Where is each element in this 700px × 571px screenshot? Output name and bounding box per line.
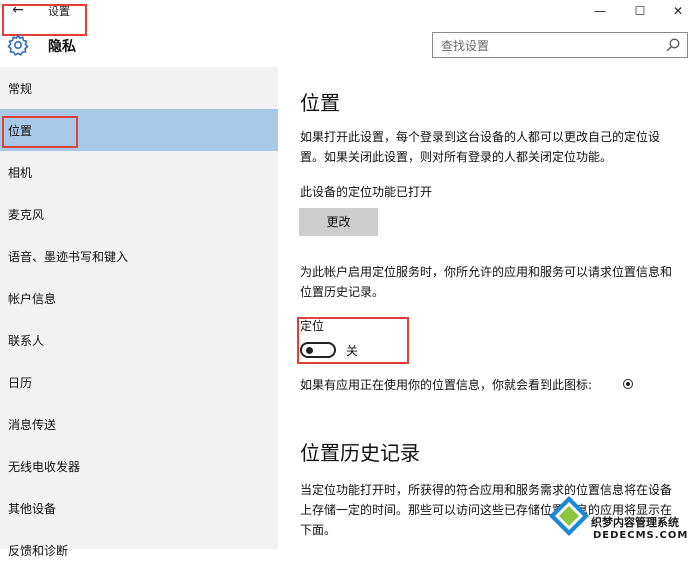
- location-icon-hint: 如果有应用正在使用你的位置信息，你就会看到此图标:: [300, 378, 593, 392]
- watermark-text-en: DEDECMS.COM: [593, 530, 689, 541]
- sidebar-item-label: 语音、墨迹书写和键入: [8, 250, 129, 264]
- sidebar-item-label: 相机: [8, 166, 33, 180]
- sidebar-item-label: 消息传送: [8, 418, 57, 432]
- sidebar-item-radios[interactable]: 无线电收发器: [0, 445, 278, 487]
- sidebar-item-contacts[interactable]: 联系人: [0, 319, 278, 361]
- location-indicator-icon: [623, 379, 633, 389]
- sidebar-item-speech[interactable]: 语音、墨迹书写和键入: [0, 235, 278, 277]
- account-location-text: 为此帐户启用定位服务时，你所允许的应用和服务可以请求位置信息和位置历史记录。: [300, 265, 673, 299]
- sidebar-item-label: 无线电收发器: [8, 460, 81, 474]
- sidebar-item-other-devices[interactable]: 其他设备: [0, 487, 278, 529]
- search-input[interactable]: 查找设置: [432, 32, 688, 58]
- watermark-text-cn: 织梦内容管理系统: [591, 516, 679, 529]
- page-title: 隐私: [48, 39, 76, 55]
- highlight-box-location: [2, 116, 78, 148]
- sidebar-item-label: 帐户信息: [8, 292, 57, 306]
- watermark: 织梦内容管理系统 DEDECMS.COM: [545, 492, 700, 549]
- change-button[interactable]: 更改: [299, 208, 378, 236]
- location-intro-text: 如果打开此设置，每个登录到这台设备的人都可以更改自己的定位设置。如果关闭此设置，…: [300, 130, 661, 164]
- device-location-status: 此设备的定位功能已打开: [300, 185, 433, 199]
- sidebar-item-label: 日历: [8, 376, 33, 390]
- sidebar-item-label: 联系人: [8, 334, 45, 348]
- search-placeholder: 查找设置: [441, 39, 490, 53]
- gear-icon: [7, 33, 29, 56]
- sidebar-item-account-info[interactable]: 帐户信息: [0, 277, 278, 319]
- title-bar: ← 设置 — ☐ ✕: [0, 0, 700, 22]
- close-button[interactable]: ✕: [656, 0, 700, 22]
- location-toggle-label: 定位: [300, 319, 325, 333]
- sidebar-item-messaging[interactable]: 消息传送: [0, 403, 278, 445]
- minimize-button[interactable]: —: [578, 0, 622, 22]
- dedecms-logo-icon: [549, 496, 589, 536]
- sidebar-item-label: 其他设备: [8, 502, 57, 516]
- sidebar-item-label: 常规: [8, 82, 33, 96]
- sidebar-item-calendar[interactable]: 日历: [0, 361, 278, 403]
- section-title-location: 位置: [300, 91, 340, 115]
- toggle-knob: [306, 347, 313, 354]
- sidebar-item-camera[interactable]: 相机: [0, 151, 278, 193]
- location-toggle[interactable]: [300, 342, 336, 358]
- sidebar-item-general[interactable]: 常规: [0, 67, 278, 109]
- search-icon[interactable]: [665, 37, 681, 53]
- location-toggle-state: 关: [346, 344, 359, 358]
- sidebar-item-label: 麦克风: [8, 208, 45, 222]
- sidebar-item-feedback[interactable]: 反馈和诊断: [0, 529, 278, 571]
- section-title-history: 位置历史记录: [300, 441, 420, 465]
- sidebar-item-microphone[interactable]: 麦克风: [0, 193, 278, 235]
- sidebar-item-label: 反馈和诊断: [8, 544, 69, 558]
- highlight-box-header: [2, 4, 87, 36]
